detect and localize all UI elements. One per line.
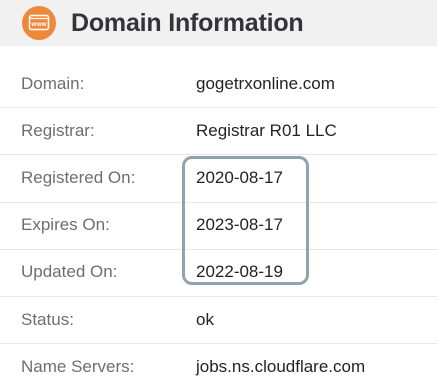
name-servers-value: jobs.ns.cloudflare.com: [196, 356, 366, 376]
registrar-value: Registrar R01 LLC: [196, 120, 337, 140]
status-label: Status:: [21, 309, 74, 329]
updated-on-label: Updated On:: [21, 262, 118, 282]
status-row: Status: ok: [0, 295, 437, 343]
status-value: ok: [196, 309, 214, 329]
registered-on-value: 2020-08-17: [196, 167, 283, 187]
expires-on-label: Expires On:: [21, 215, 110, 235]
registered-on-row: Registered On: 2020-08-17: [0, 154, 437, 201]
expires-on-row: Expires On: 2023-08-17: [0, 201, 437, 249]
page-title: Domain Information: [71, 8, 304, 37]
www-icon: www: [22, 6, 56, 40]
domain-label: Domain:: [21, 73, 85, 93]
name-servers-label: Name Servers:: [21, 356, 135, 376]
www-icon-text: www: [30, 21, 47, 28]
name-servers-row: Name Servers: jobs.ns.cloudflare.com: [0, 343, 437, 377]
domain-details-list: Domain: gogetrxonline.com Registrar: Reg…: [0, 60, 437, 377]
panel-header: www Domain Information: [0, 0, 437, 46]
registrar-label: Registrar:: [21, 120, 95, 140]
registrar-row: Registrar: Registrar R01 LLC: [0, 107, 437, 154]
expires-on-value: 2023-08-17: [196, 215, 283, 235]
updated-on-value: 2022-08-19: [196, 262, 283, 282]
registered-on-label: Registered On:: [21, 167, 136, 187]
domain-value: gogetrxonline.com: [196, 73, 335, 93]
www-icon-graphic: www: [28, 14, 50, 31]
updated-on-row: Updated On: 2022-08-19: [0, 248, 437, 296]
domain-information-panel: www Domain Information Domain: gogetrxon…: [0, 0, 437, 377]
domain-row: Domain: gogetrxonline.com: [0, 60, 437, 107]
